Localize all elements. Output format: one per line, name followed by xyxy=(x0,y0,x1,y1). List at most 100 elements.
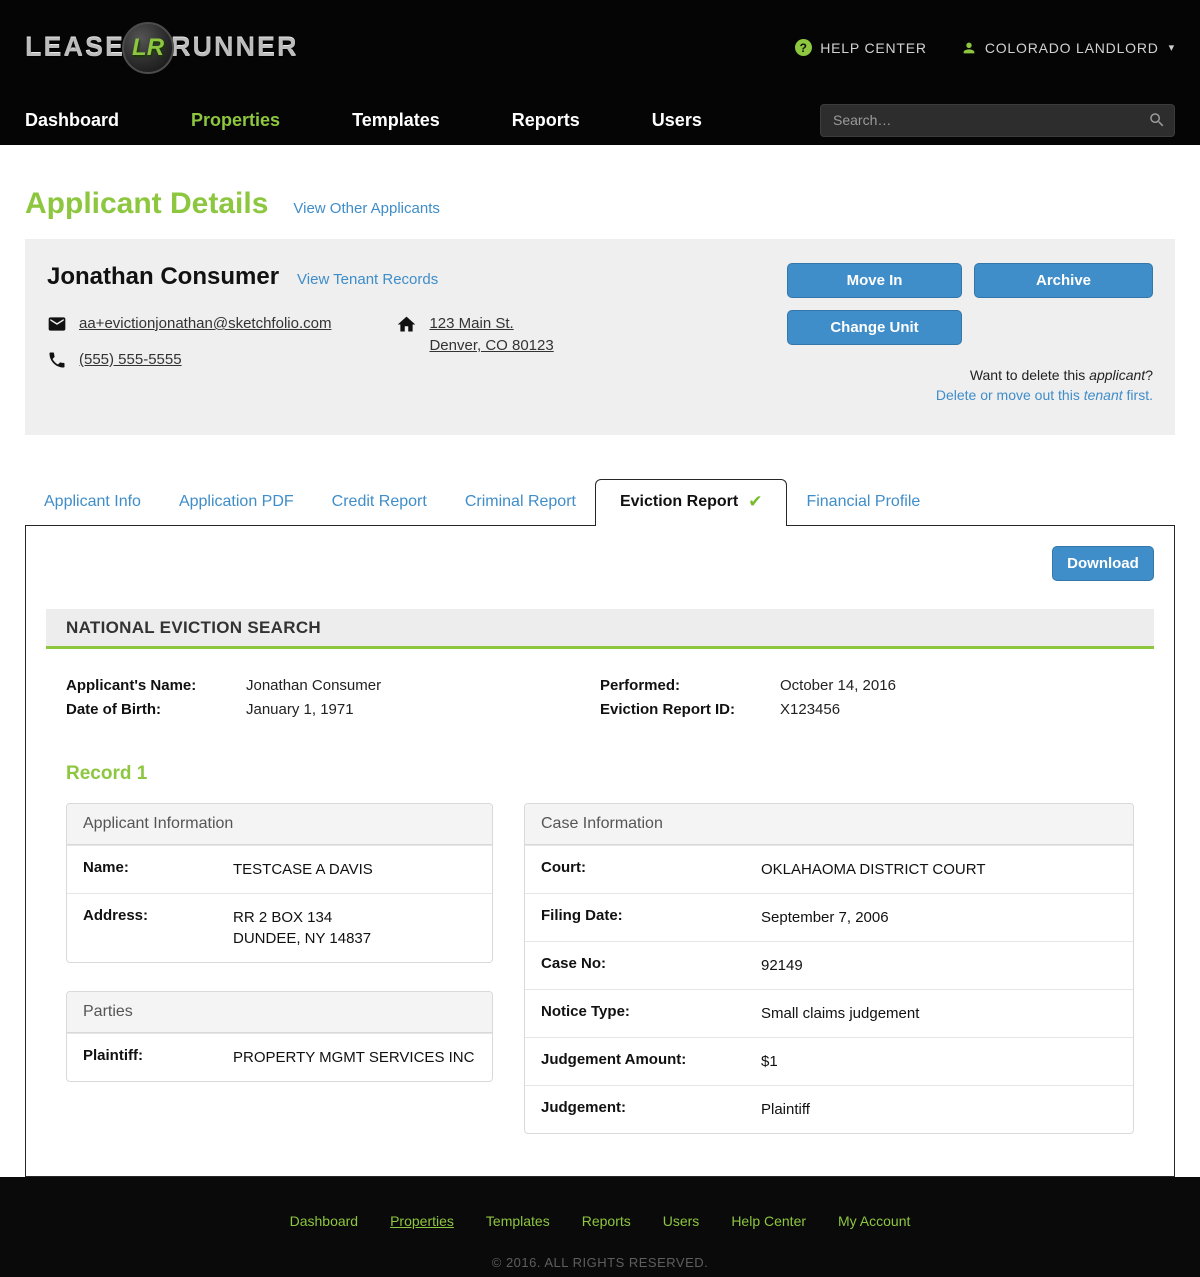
applicant-phone-link[interactable]: (555) 555-5555 xyxy=(79,349,182,371)
row-value: Plaintiff xyxy=(761,1099,810,1120)
header-top-row: LEASE LR RUNNER ? HELP CENTER COLORADO L… xyxy=(0,0,1200,95)
tab-criminal-report[interactable]: Criminal Report xyxy=(446,481,595,525)
table-row: Court: OKLAHAOMA DISTRICT COURT xyxy=(525,845,1133,893)
applicant-contact-info: aa+evictionjonathan@sketchfolio.com (555… xyxy=(47,313,554,371)
help-center-link[interactable]: ? HELP CENTER xyxy=(795,39,927,56)
tab-application-pdf[interactable]: Application PDF xyxy=(160,481,313,525)
footer-link-properties[interactable]: Properties xyxy=(390,1213,454,1229)
user-account-dropdown[interactable]: COLORADO LANDLORD ▾ xyxy=(961,40,1175,56)
logo-badge-text: LR xyxy=(132,34,164,62)
footer-link-dashboard[interactable]: Dashboard xyxy=(290,1213,359,1229)
main-content: Applicant Details View Other Applicants … xyxy=(0,145,1200,1177)
archive-button[interactable]: Archive xyxy=(974,263,1153,298)
applicant-address-link[interactable]: 123 Main St. Denver, CO 80123 xyxy=(429,313,553,357)
footer-link-my-account[interactable]: My Account xyxy=(838,1213,910,1229)
delete-or-move-out-link[interactable]: Delete or move out this tenant first. xyxy=(936,387,1153,403)
summary-date-of-birth: Date of Birth: January 1, 1971 xyxy=(66,699,600,721)
nav-item-templates[interactable]: Templates xyxy=(352,110,440,131)
envelope-icon xyxy=(47,314,67,334)
user-menu-label: COLORADO LANDLORD xyxy=(985,40,1159,56)
leaserunner-logo[interactable]: LEASE LR RUNNER xyxy=(25,22,299,74)
logo-text-runner: RUNNER xyxy=(171,32,299,63)
summary-label: Eviction Report ID: xyxy=(600,699,780,721)
table-row: Plaintiff: PROPERTY MGMT SERVICES INC xyxy=(67,1033,492,1081)
delete-note-text: Want to delete this xyxy=(970,367,1089,383)
row-value: PROPERTY MGMT SERVICES INC xyxy=(233,1047,474,1068)
view-tenant-records-link[interactable]: View Tenant Records xyxy=(297,271,438,288)
address-row: 123 Main St. Denver, CO 80123 xyxy=(396,313,553,357)
summary-value: October 14, 2016 xyxy=(780,675,896,697)
check-icon: ✔ xyxy=(748,492,762,512)
tab-credit-report[interactable]: Credit Report xyxy=(313,481,446,525)
tab-financial-profile[interactable]: Financial Profile xyxy=(787,481,939,525)
summary-performed: Performed: October 14, 2016 xyxy=(600,675,1134,697)
row-label: Judgement: xyxy=(541,1099,761,1120)
nav-item-reports[interactable]: Reports xyxy=(512,110,580,131)
row-value: OKLAHAOMA DISTRICT COURT xyxy=(761,859,985,880)
row-value: September 7, 2006 xyxy=(761,907,889,928)
row-value: Small claims judgement xyxy=(761,1003,919,1024)
footer-link-users[interactable]: Users xyxy=(663,1213,700,1229)
tab-applicant-info[interactable]: Applicant Info xyxy=(25,481,160,525)
applicant-information-title: Applicant Information xyxy=(67,804,492,845)
row-label: Notice Type: xyxy=(541,1003,761,1024)
move-in-button[interactable]: Move In xyxy=(787,263,962,298)
delete-link-italic-tenant: tenant xyxy=(1084,387,1123,403)
summary-value: January 1, 1971 xyxy=(246,699,354,721)
footer-link-templates[interactable]: Templates xyxy=(486,1213,550,1229)
row-label: Court: xyxy=(541,859,761,880)
phone-row: (555) 555-5555 xyxy=(47,349,331,371)
report-summary: Applicant's Name: Jonathan Consumer Date… xyxy=(66,675,1134,721)
eviction-report-panel: Download NATIONAL EVICTION SEARCH Applic… xyxy=(25,525,1175,1177)
footer-nav: Dashboard Properties Templates Reports U… xyxy=(290,1213,911,1229)
row-label: Filing Date: xyxy=(541,907,761,928)
download-button[interactable]: Download xyxy=(1052,546,1154,581)
report-tabs: Applicant Info Application PDF Credit Re… xyxy=(25,479,1175,525)
parties-title: Parties xyxy=(67,992,492,1033)
table-row: Judgement Amount: $1 xyxy=(525,1037,1133,1085)
row-label: Case No: xyxy=(541,955,761,976)
row-value: 92149 xyxy=(761,955,803,976)
search-icon[interactable] xyxy=(1148,111,1166,134)
logo-lr-badge-icon: LR xyxy=(122,22,174,74)
row-label: Address: xyxy=(83,907,233,949)
case-information-table: Case Information Court: OKLAHAOMA DISTRI… xyxy=(524,803,1134,1134)
case-information-title: Case Information xyxy=(525,804,1133,845)
phone-icon xyxy=(47,350,67,370)
chevron-down-icon: ▾ xyxy=(1169,41,1175,54)
row-value: TESTCASE A DAVIS xyxy=(233,859,373,880)
footer-link-reports[interactable]: Reports xyxy=(582,1213,631,1229)
table-row: Name: TESTCASE A DAVIS xyxy=(67,845,492,893)
delete-note: Want to delete this applicant? Delete or… xyxy=(787,365,1153,405)
row-label: Name: xyxy=(83,859,233,880)
summary-eviction-report-id: Eviction Report ID: X123456 xyxy=(600,699,1134,721)
nav-item-users[interactable]: Users xyxy=(652,110,702,131)
applicant-summary-card: Jonathan Consumer View Tenant Records aa… xyxy=(25,239,1175,435)
nav-item-dashboard[interactable]: Dashboard xyxy=(25,110,119,131)
help-center-label: HELP CENTER xyxy=(820,40,927,56)
record-title: Record 1 xyxy=(66,763,1134,785)
summary-label: Performed: xyxy=(600,675,780,697)
summary-value: X123456 xyxy=(780,699,840,721)
nav-item-properties[interactable]: Properties xyxy=(191,110,280,131)
applicant-email-link[interactable]: aa+evictionjonathan@sketchfolio.com xyxy=(79,313,331,335)
search-box xyxy=(820,104,1175,137)
logo-text-lease: LEASE xyxy=(25,32,125,63)
table-row: Filing Date: September 7, 2006 xyxy=(525,893,1133,941)
applicant-information-table: Applicant Information Name: TESTCASE A D… xyxy=(66,803,493,963)
record-1: Applicant Information Name: TESTCASE A D… xyxy=(66,803,1134,1134)
row-value: $1 xyxy=(761,1051,778,1072)
tab-eviction-report-label: Eviction Report xyxy=(620,493,738,511)
delete-note-italic-applicant: applicant xyxy=(1089,367,1145,383)
tab-eviction-report[interactable]: Eviction Report ✔ xyxy=(595,479,787,526)
applicant-identity: Jonathan Consumer View Tenant Records aa… xyxy=(47,263,554,405)
applicant-actions: Move In Archive Change Unit Want to dele… xyxy=(787,263,1153,405)
footer-link-help-center[interactable]: Help Center xyxy=(731,1213,806,1229)
change-unit-button[interactable]: Change Unit xyxy=(787,310,962,345)
email-row: aa+evictionjonathan@sketchfolio.com xyxy=(47,313,331,335)
summary-applicant-name: Applicant's Name: Jonathan Consumer xyxy=(66,675,600,697)
page-title-row: Applicant Details View Other Applicants xyxy=(25,187,1175,221)
view-other-applicants-link[interactable]: View Other Applicants xyxy=(293,200,439,217)
search-input[interactable] xyxy=(820,104,1175,137)
copyright-text: © 2016. ALL RIGHTS RESERVED. xyxy=(492,1255,709,1270)
